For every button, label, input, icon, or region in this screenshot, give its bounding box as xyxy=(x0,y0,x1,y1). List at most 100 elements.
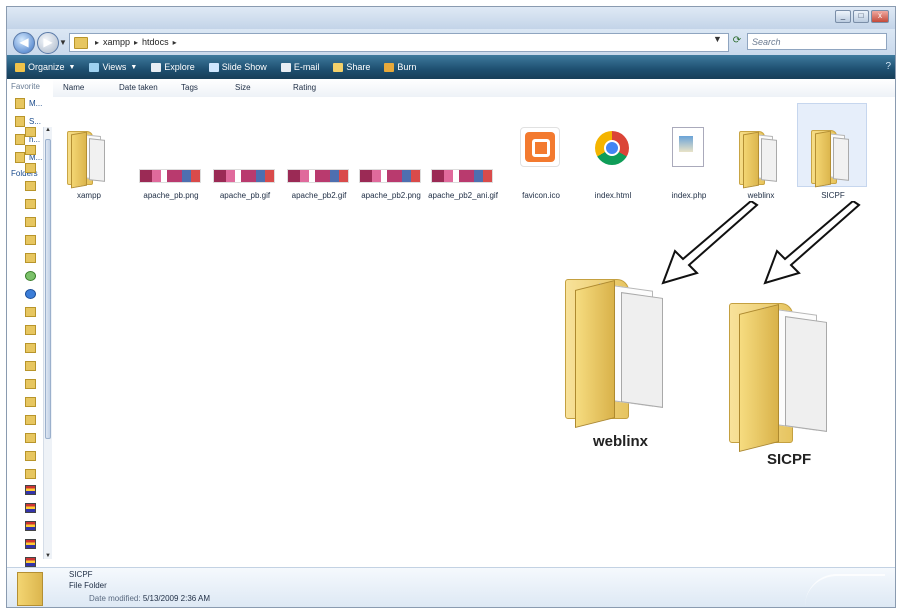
media-folder-icon[interactable] xyxy=(25,503,36,513)
file-item-favicon-ico[interactable]: favicon.ico xyxy=(505,103,577,200)
folder-icon[interactable] xyxy=(25,199,36,209)
recycle-icon[interactable] xyxy=(25,289,36,299)
scroll-down-icon[interactable]: ▼ xyxy=(44,553,52,559)
media-folder-icon[interactable] xyxy=(25,539,36,549)
file-item-apache-pb-gif[interactable]: apache_pb.gif xyxy=(209,103,281,200)
folder-icon[interactable] xyxy=(25,397,36,407)
title-bar: _ □ x xyxy=(7,7,895,29)
file-item-apache-pb2-png[interactable]: apache_pb2.png xyxy=(355,103,427,200)
file-view: weblinx SICPF xampp apache_pb.png apache_p… xyxy=(53,97,895,567)
media-folder-icon[interactable] xyxy=(25,485,36,495)
decorative-swoosh xyxy=(805,574,885,606)
folder-icon[interactable] xyxy=(25,379,36,389)
toolbar-views-button[interactable]: Views ▼ xyxy=(89,62,137,72)
file-item-index-php[interactable]: index.php xyxy=(653,103,725,200)
maximize-button[interactable]: □ xyxy=(853,10,869,23)
toolbar-slide-show-button[interactable]: Slide Show xyxy=(208,62,267,72)
breadcrumb-htdocs[interactable]: htdocs xyxy=(142,34,169,51)
column-header-rating[interactable]: Rating xyxy=(293,83,316,92)
close-button[interactable]: x xyxy=(871,10,889,23)
file-item-apache-pb2-gif[interactable]: apache_pb2.gif xyxy=(283,103,355,200)
search-input[interactable]: Search xyxy=(747,33,887,50)
chevron-right-icon[interactable]: ▸ xyxy=(173,34,177,51)
network-icon[interactable] xyxy=(25,271,36,281)
file-name: index.php xyxy=(671,191,707,200)
refresh-icon[interactable]: ⟳ xyxy=(730,34,744,48)
file-item-apache-pb-png[interactable]: apache_pb.png xyxy=(135,103,207,200)
image-thumbnail-icon xyxy=(287,169,349,183)
toolbar-explore-button[interactable]: Explore xyxy=(151,62,195,72)
media-folder-icon[interactable] xyxy=(25,521,36,531)
folder-icon[interactable] xyxy=(25,433,36,443)
back-button[interactable]: ◀ xyxy=(13,32,35,54)
file-item-xampp[interactable]: xampp xyxy=(53,103,125,200)
folder-icon[interactable] xyxy=(25,343,36,353)
column-header-date-taken[interactable]: Date taken xyxy=(119,83,158,92)
favorite-links-header[interactable]: Favorite xyxy=(7,79,53,94)
toolbar-label: Views xyxy=(102,62,127,72)
xampp-icon xyxy=(520,127,560,167)
address-row: ◀ ▶ ▼ ▸ xampp ▸ htdocs ▸ ▼ ⟳ Search xyxy=(7,29,895,55)
help-button[interactable]: ? xyxy=(885,61,891,72)
toolbar-burn-button[interactable]: Burn xyxy=(384,62,416,72)
column-header-size[interactable]: Size xyxy=(235,83,251,92)
folder-icon[interactable] xyxy=(25,163,36,173)
toolbar-label: Organize xyxy=(28,62,65,72)
folder-tree-scrollbar[interactable]: ▲ ▼ xyxy=(43,127,52,559)
recent-pages-dropdown[interactable]: ▼ xyxy=(59,38,67,47)
command-toolbar: Organize ▼ Views ▼ Explore Slide Show E-mail Sh… xyxy=(7,55,895,79)
file-thumbnail xyxy=(209,103,279,187)
folder-icon[interactable] xyxy=(25,451,36,461)
column-header-tags[interactable]: Tags xyxy=(181,83,198,92)
breadcrumb-xampp[interactable]: xampp xyxy=(103,34,130,51)
address-bar[interactable]: ▸ xampp ▸ htdocs ▸ xyxy=(69,33,729,52)
scrollbar-thumb[interactable] xyxy=(45,139,51,439)
file-item-index-html[interactable]: index.html xyxy=(577,103,649,200)
file-item-sicpf[interactable]: SICPF xyxy=(797,103,869,200)
file-item-weblinx[interactable]: weblinx xyxy=(725,103,797,200)
file-item-apache-pb2-ani-gif[interactable]: apache_pb2_ani.gif xyxy=(427,103,499,200)
forward-button[interactable]: ▶ xyxy=(37,32,59,54)
address-dropdown[interactable]: ▼ xyxy=(713,34,722,44)
file-thumbnail xyxy=(797,103,867,188)
image-thumbnail-icon xyxy=(139,169,201,183)
folder-icon[interactable] xyxy=(25,469,36,479)
toolbar-e-mail-button[interactable]: E-mail xyxy=(280,62,320,72)
folder-icon xyxy=(74,36,88,49)
toolbar-label: E-mail xyxy=(293,62,320,72)
favorite-link[interactable]: M... xyxy=(7,94,53,112)
folder-icon[interactable] xyxy=(25,217,36,227)
favorite-link-label: M... xyxy=(29,98,43,108)
toolbar-share-button[interactable]: Share xyxy=(333,62,370,72)
details-pane: SICPF File Folder Date modified: 5/13/20… xyxy=(7,567,895,607)
folder-icon xyxy=(17,572,43,606)
folder-icon-sicpf-large xyxy=(729,293,839,452)
minimize-button[interactable]: _ xyxy=(835,10,851,23)
file-name: apache_pb2.png xyxy=(361,191,421,200)
folder-icon[interactable] xyxy=(25,415,36,425)
folder-icon[interactable] xyxy=(25,127,36,137)
toolbar-organize-button[interactable]: Organize ▼ xyxy=(15,62,75,72)
folder-icon[interactable] xyxy=(25,325,36,335)
folder-icon[interactable] xyxy=(25,235,36,245)
views-icon xyxy=(89,62,100,72)
file-name: apache_pb.gif xyxy=(219,191,271,200)
folder-icon[interactable] xyxy=(25,145,36,155)
explore-icon xyxy=(151,62,162,72)
scroll-up-icon[interactable]: ▲ xyxy=(44,127,52,133)
file-thumbnail xyxy=(427,103,497,187)
chevron-right-icon[interactable]: ▸ xyxy=(134,34,138,51)
file-name: xampp xyxy=(76,191,101,200)
share-icon xyxy=(333,62,344,72)
chevron-right-icon[interactable]: ▸ xyxy=(95,34,99,51)
back-arrow-icon: ◀ xyxy=(19,35,29,49)
folder-icon[interactable] xyxy=(25,361,36,371)
explorer-window: _ □ x ◀ ▶ ▼ ▸ xampp ▸ htdocs ▸ ▼ ⟳ Searc… xyxy=(6,6,896,608)
media-folder-icon[interactable] xyxy=(25,557,36,567)
details-date-modified: Date modified: 5/13/2009 2:36 AM xyxy=(89,594,210,603)
folder-icon[interactable] xyxy=(25,181,36,191)
folder-icon[interactable] xyxy=(25,307,36,317)
folder-icon xyxy=(811,124,853,188)
column-header-name[interactable]: Name xyxy=(63,83,84,92)
folder-icon[interactable] xyxy=(25,253,36,263)
